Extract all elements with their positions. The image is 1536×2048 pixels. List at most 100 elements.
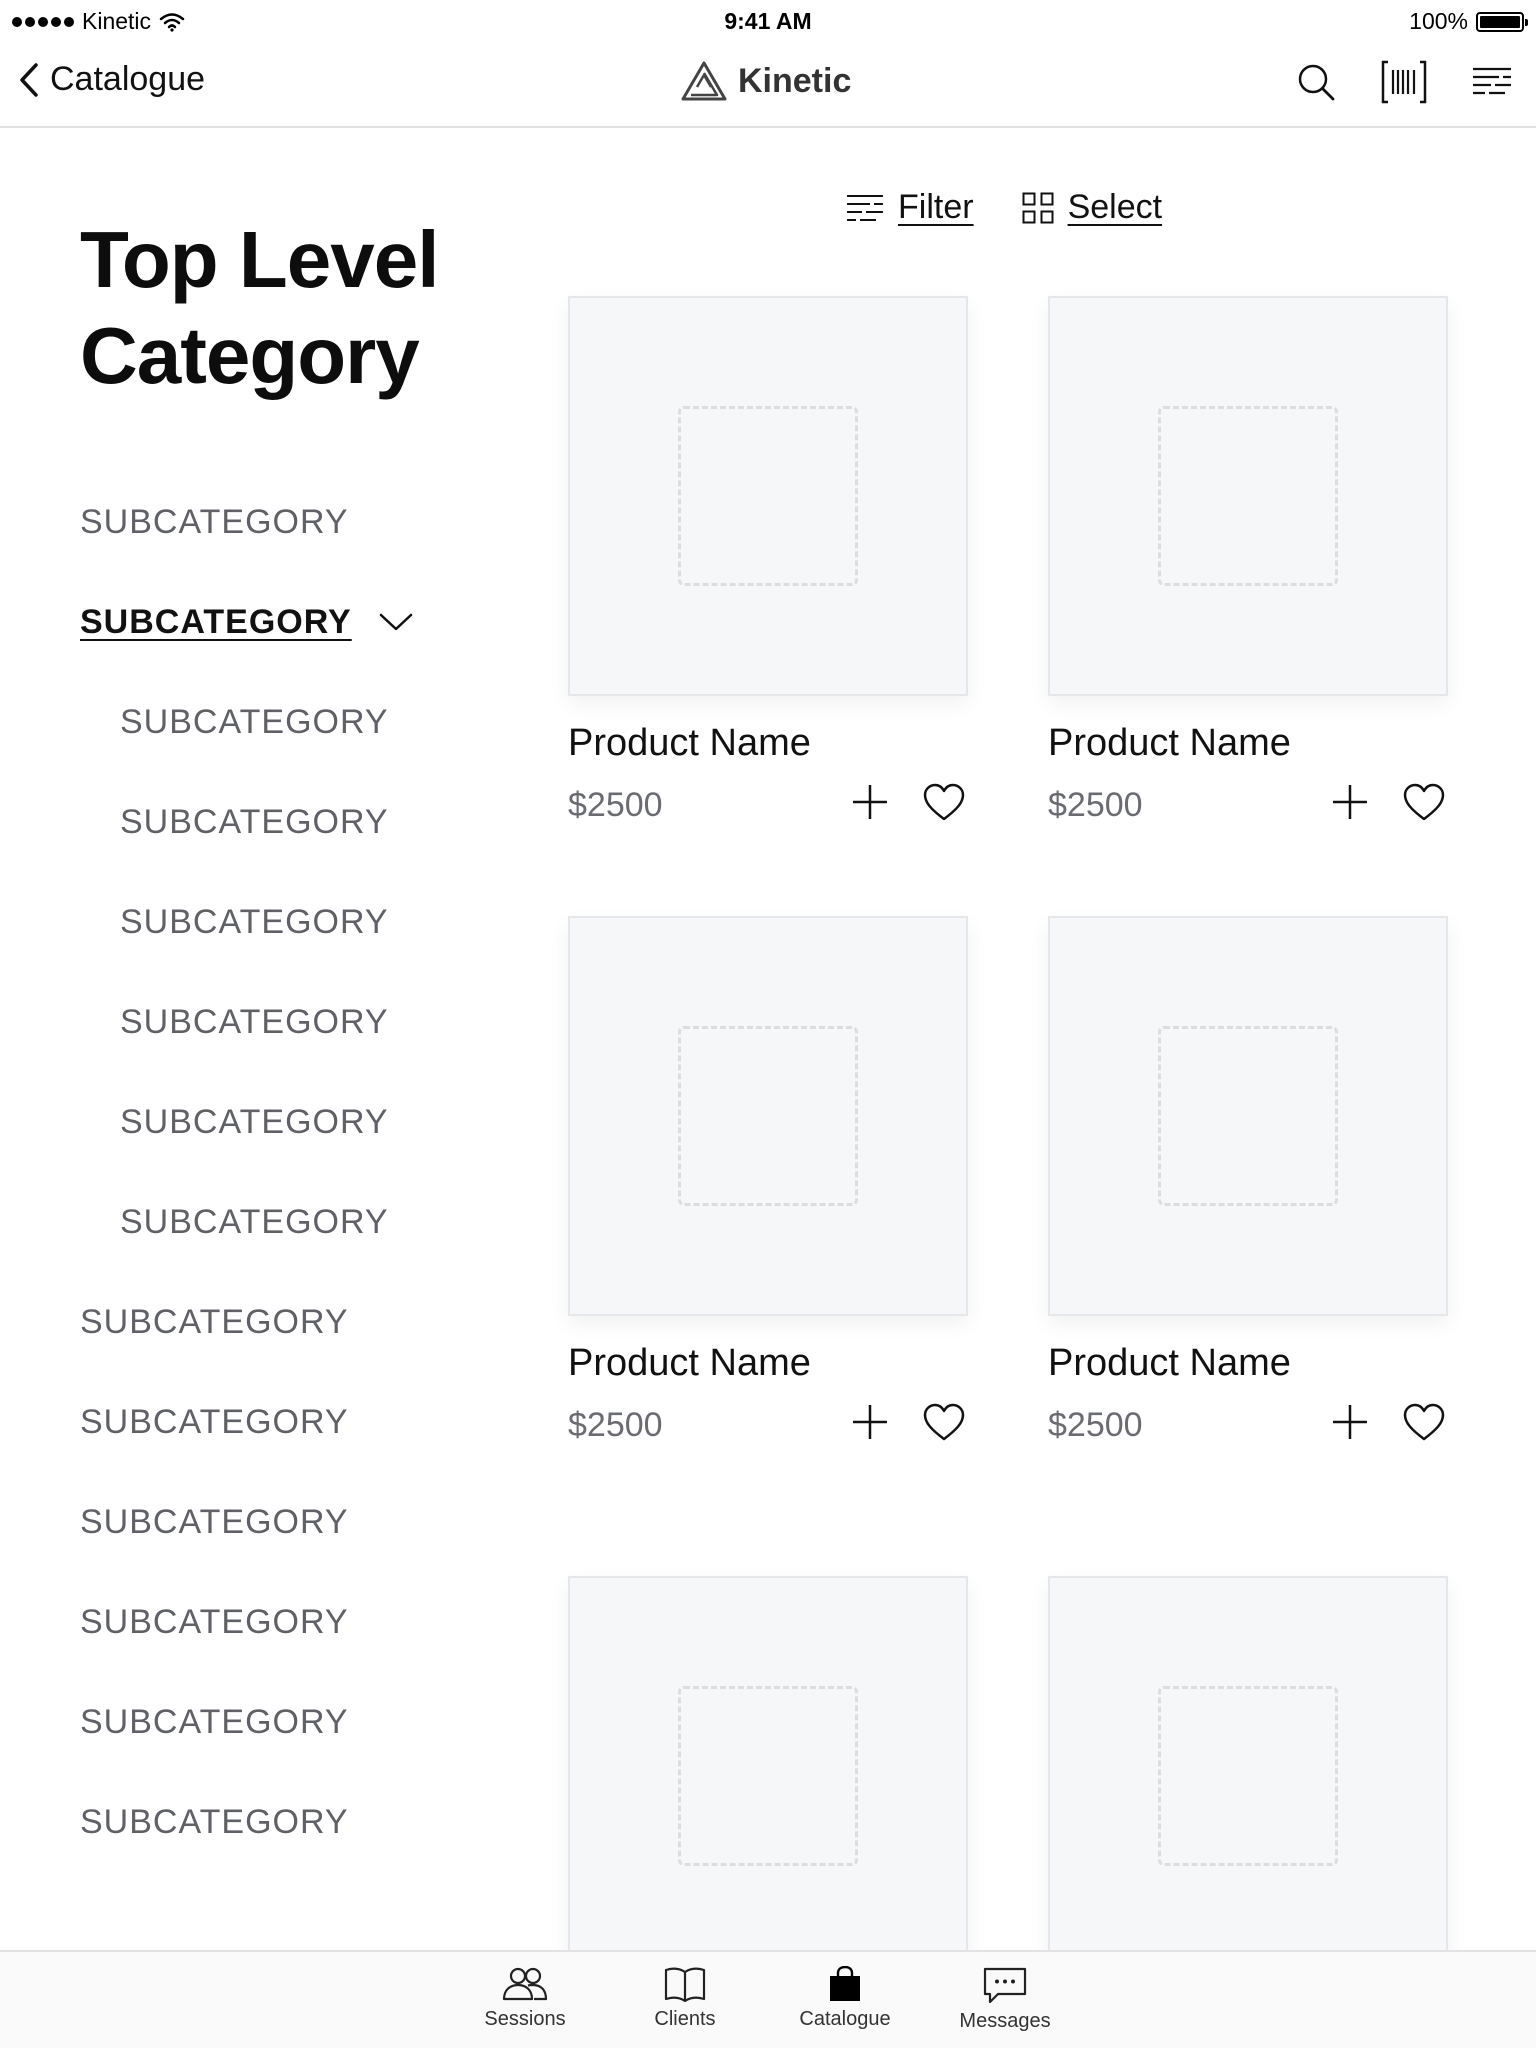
- product-card[interactable]: Product Name $2500: [1048, 916, 1448, 1450]
- product-image[interactable]: [1048, 1576, 1448, 1976]
- subcategory-item[interactable]: SUBCATEGORY: [80, 1272, 500, 1372]
- kinetic-logo-icon: [681, 61, 727, 101]
- tab-clients[interactable]: Clients: [620, 1966, 750, 2031]
- product-card[interactable]: Product Name $2500: [568, 916, 968, 1450]
- add-icon[interactable]: [850, 782, 890, 822]
- page-title-line1: Top Level: [80, 215, 439, 304]
- product-name: Product Name: [568, 722, 811, 764]
- subcategory-item-active[interactable]: SUBCATEGORY: [80, 572, 500, 672]
- barcode-scan-button[interactable]: [1380, 58, 1428, 106]
- product-card[interactable]: [1048, 1576, 1448, 1976]
- add-icon[interactable]: [850, 1402, 890, 1442]
- brand-name: Kinetic: [738, 61, 852, 100]
- subcategory-item-nested[interactable]: SUBCATEGORY: [80, 872, 500, 972]
- heart-icon[interactable]: [1402, 1402, 1446, 1442]
- product-name: Product Name: [568, 1342, 811, 1384]
- heart-icon[interactable]: [922, 782, 966, 822]
- tab-label: Clients: [654, 2008, 716, 2030]
- select-button[interactable]: Select: [1022, 188, 1163, 227]
- subcategory-item-nested[interactable]: SUBCATEGORY: [80, 1072, 500, 1172]
- subcategory-item[interactable]: SUBCATEGORY: [80, 1572, 500, 1672]
- subcategory-label: SUBCATEGORY: [80, 1702, 349, 1741]
- navigation-bar: Catalogue Kinetic: [0, 40, 1536, 128]
- battery-icon: [1476, 11, 1528, 32]
- subcategory-item[interactable]: SUBCATEGORY: [80, 1372, 500, 1472]
- subcategory-item[interactable]: SUBCATEGORY: [80, 1772, 500, 1872]
- subcategory-item-nested[interactable]: SUBCATEGORY: [80, 972, 500, 1072]
- subcategory-item[interactable]: SUBCATEGORY: [80, 1672, 500, 1772]
- brand-logo: Kinetic: [680, 60, 851, 102]
- subcategory-item-nested[interactable]: SUBCATEGORY: [80, 672, 500, 772]
- book-icon: [664, 1967, 706, 2002]
- product-image[interactable]: [1048, 296, 1448, 696]
- image-placeholder-icon: [1158, 1026, 1338, 1206]
- subcategory-list: SUBCATEGORY SUBCATEGORY SUBCATEGORY SUBC…: [80, 472, 500, 1872]
- product-actions-row: $2500: [1048, 1400, 1448, 1450]
- add-icon[interactable]: [1330, 782, 1370, 822]
- product-image[interactable]: [1048, 916, 1448, 1316]
- subcategory-label: SUBCATEGORY: [120, 1102, 389, 1141]
- nav-actions: [1292, 58, 1516, 106]
- product-toolbar: Filter Select: [846, 188, 1162, 227]
- product-card[interactable]: Product Name $2500: [568, 296, 968, 830]
- product-actions-row: $2500: [568, 780, 968, 830]
- subcategory-label: SUBCATEGORY: [80, 502, 349, 541]
- chevron-left-icon: [20, 62, 38, 97]
- select-label: Select: [1067, 188, 1163, 226]
- product-price: $2500: [568, 1406, 663, 1444]
- image-placeholder-icon: [678, 1026, 858, 1206]
- subcategory-label: SUBCATEGORY: [120, 902, 389, 941]
- heart-icon[interactable]: [922, 1402, 966, 1442]
- subcategory-label: SUBCATEGORY: [120, 1002, 389, 1041]
- people-icon: [502, 1967, 548, 2001]
- tab-bar: Sessions Clients Catalogue Messages: [0, 1950, 1536, 2048]
- product-image[interactable]: [568, 1576, 968, 1976]
- add-icon[interactable]: [1330, 1402, 1370, 1442]
- subcategory-label: SUBCATEGORY: [80, 1802, 349, 1841]
- product-name: Product Name: [1048, 1342, 1291, 1384]
- tab-label: Catalogue: [799, 2008, 891, 2030]
- tab-messages[interactable]: Messages: [940, 1966, 1070, 2033]
- tab-label: Messages: [959, 2010, 1051, 2032]
- tab-catalogue[interactable]: Catalogue: [780, 1966, 910, 2031]
- product-price: $2500: [1048, 786, 1143, 824]
- image-placeholder-icon: [678, 1686, 858, 1866]
- subcategory-item[interactable]: SUBCATEGORY: [80, 472, 500, 572]
- tab-sessions[interactable]: Sessions: [460, 1966, 590, 2031]
- product-price: $2500: [568, 786, 663, 824]
- grid-select-icon: [1022, 192, 1054, 223]
- barcode-icon: [1381, 60, 1427, 104]
- product-card[interactable]: [568, 1576, 968, 1976]
- subcategory-item[interactable]: SUBCATEGORY: [80, 1472, 500, 1572]
- chevron-down-icon: [379, 613, 412, 631]
- filter-label: Filter: [898, 188, 974, 226]
- product-actions-row: $2500: [1048, 780, 1448, 830]
- product-card[interactable]: Product Name $2500: [1048, 296, 1448, 830]
- image-placeholder-icon: [678, 406, 858, 586]
- page-title-line2: Category: [80, 311, 420, 400]
- shopping-bag-icon: [830, 1966, 860, 2001]
- heart-icon[interactable]: [1402, 782, 1446, 822]
- subcategory-label: SUBCATEGORY: [120, 1202, 389, 1241]
- back-button[interactable]: Catalogue: [18, 60, 205, 99]
- subcategory-label: SUBCATEGORY: [80, 602, 352, 641]
- filter-icon: [847, 194, 883, 221]
- product-image[interactable]: [568, 916, 968, 1316]
- search-icon: [1298, 64, 1335, 101]
- product-name: Product Name: [1048, 722, 1291, 764]
- chat-bubble-icon: [983, 1967, 1027, 2004]
- status-time: 9:41 AM: [724, 8, 812, 34]
- subcategory-label: SUBCATEGORY: [80, 1502, 349, 1541]
- subcategory-label: SUBCATEGORY: [120, 802, 389, 841]
- filter-button[interactable]: Filter: [846, 188, 974, 227]
- image-placeholder-icon: [1158, 1686, 1338, 1866]
- list-menu-button[interactable]: [1468, 58, 1516, 106]
- catalogue-screen: Kinetic 9:41 AM 100% Catalogue Kinetic T…: [0, 0, 1536, 2048]
- product-actions-row: $2500: [568, 1400, 968, 1450]
- menu-list-icon: [1473, 67, 1511, 95]
- subcategory-item-nested[interactable]: SUBCATEGORY: [80, 1172, 500, 1272]
- product-image[interactable]: [568, 296, 968, 696]
- subcategory-item-nested[interactable]: SUBCATEGORY: [80, 772, 500, 872]
- search-button[interactable]: [1292, 58, 1340, 106]
- tab-label: Sessions: [484, 2008, 566, 2030]
